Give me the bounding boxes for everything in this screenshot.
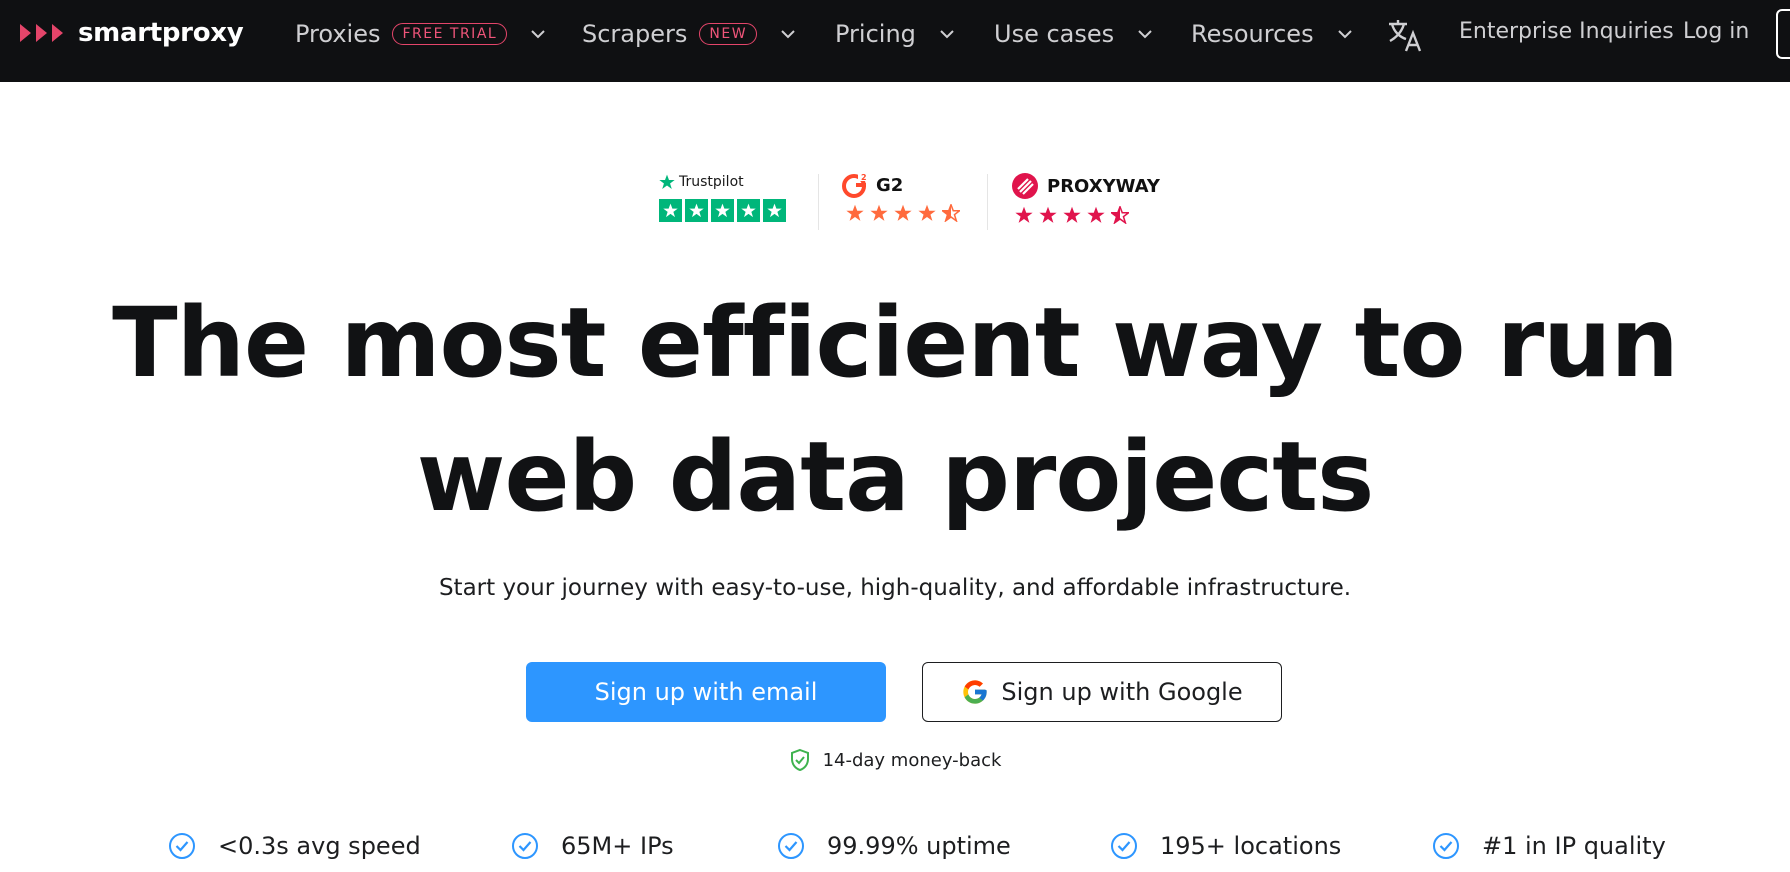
divider xyxy=(818,174,819,230)
proxyway-stars xyxy=(1015,206,1160,224)
star-icon xyxy=(1063,206,1081,223)
translate-icon[interactable] xyxy=(1386,16,1424,54)
chevron-down-icon xyxy=(1136,25,1154,43)
proxyway-logo-icon xyxy=(1012,173,1038,199)
g2-label: G2 xyxy=(876,174,904,196)
half-star-icon xyxy=(1111,206,1129,224)
login-link[interactable]: Log in xyxy=(1683,19,1749,44)
nav-item-label: Use cases xyxy=(994,20,1115,48)
star-icon xyxy=(1039,206,1057,223)
star-icon xyxy=(685,199,708,222)
smartproxy-logo[interactable]: smartproxy xyxy=(18,18,244,48)
money-back-note: 14-day money-back xyxy=(0,748,1790,772)
google-icon xyxy=(963,680,988,704)
nav-item-scrapers[interactable]: Scrapers NEW xyxy=(582,17,797,51)
star-icon xyxy=(737,199,760,222)
g2-rating[interactable]: 2 G2 xyxy=(842,172,960,222)
nav-item-label: Resources xyxy=(1191,20,1314,48)
sign-up-google-button[interactable]: Sign up with Google xyxy=(922,662,1282,722)
ratings-strip: Trustpilot 2 G2 PROXYWAY xyxy=(0,166,1790,242)
star-icon xyxy=(1087,206,1105,223)
star-icon xyxy=(763,199,786,222)
half-star-icon xyxy=(942,204,960,222)
g2-stars xyxy=(846,204,960,222)
sign-up-email-button[interactable]: Sign up with email xyxy=(526,662,886,722)
nav-item-label: Scrapers xyxy=(582,20,688,48)
features-row: <0.3s avg speed 65M+ IPs 99.99% uptime 1… xyxy=(0,832,1790,864)
feature-label: #1 in IP quality xyxy=(1482,832,1666,860)
svg-text:2: 2 xyxy=(861,173,867,182)
g2-logo-icon: 2 xyxy=(842,172,868,198)
shield-check-icon xyxy=(790,748,809,772)
nav-item-proxies[interactable]: Proxies FREE TRIAL xyxy=(295,17,547,51)
sign-up-google-label: Sign up with Google xyxy=(1001,678,1243,706)
feature-item: 195+ locations xyxy=(1110,832,1341,860)
trustpilot-label: Trustpilot xyxy=(679,174,744,190)
proxyway-rating[interactable]: PROXYWAY xyxy=(1011,172,1160,224)
hero-title-line-2: web data projects xyxy=(416,421,1374,533)
feature-label: 65M+ IPs xyxy=(561,832,674,860)
feature-item: 65M+ IPs xyxy=(511,832,674,860)
nav-item-pricing[interactable]: Pricing xyxy=(835,17,956,51)
star-icon xyxy=(659,199,682,222)
hero-title: The most efficient way to run web data p… xyxy=(0,276,1790,544)
nav-item-label: Pricing xyxy=(835,20,916,48)
star-icon xyxy=(1015,206,1033,223)
star-icon xyxy=(870,204,888,221)
hero-title-line-1: The most efficient way to run xyxy=(112,287,1679,399)
check-circle-icon xyxy=(512,833,538,859)
nav-item-resources[interactable]: Resources xyxy=(1191,17,1354,51)
new-badge: NEW xyxy=(699,23,758,45)
chevron-down-icon xyxy=(1336,25,1354,43)
check-circle-icon xyxy=(169,833,195,859)
feature-label: 195+ locations xyxy=(1160,832,1342,860)
enterprise-inquiries-link[interactable]: Enterprise Inquiries xyxy=(1459,19,1674,44)
chevron-down-icon xyxy=(779,25,797,43)
trustpilot-star-icon xyxy=(659,174,675,189)
nav-item-use-cases[interactable]: Use cases xyxy=(994,17,1154,51)
star-icon xyxy=(711,199,734,222)
free-trial-badge: FREE TRIAL xyxy=(392,23,508,45)
star-icon xyxy=(894,204,912,221)
feature-item: #1 in IP quality xyxy=(1432,832,1666,860)
feature-item: 99.99% uptime xyxy=(777,832,1011,860)
feature-label: 99.99% uptime xyxy=(827,832,1011,860)
money-back-label: 14-day money-back xyxy=(822,749,1002,771)
sign-up-email-label: Sign up with email xyxy=(594,678,818,706)
proxyway-label: PROXYWAY xyxy=(1047,175,1160,197)
check-circle-icon xyxy=(778,833,804,859)
chevron-down-icon xyxy=(938,25,956,43)
trustpilot-stars xyxy=(659,199,786,222)
check-circle-icon xyxy=(1433,833,1459,859)
top-navigation: smartproxy Proxies FREE TRIAL Scrapers N… xyxy=(0,0,1790,82)
trustpilot-rating[interactable]: Trustpilot xyxy=(659,174,786,222)
brand-name: smartproxy xyxy=(78,18,244,48)
nav-item-label: Proxies xyxy=(295,20,381,48)
feature-item: <0.3s avg speed xyxy=(168,832,421,860)
star-icon xyxy=(918,204,936,221)
feature-label: <0.3s avg speed xyxy=(218,832,421,860)
hero-subtitle: Start your journey with easy-to-use, hig… xyxy=(438,575,1352,601)
nav-cta-button[interactable] xyxy=(1776,9,1790,59)
divider xyxy=(987,174,988,230)
logo-mark-icon xyxy=(20,24,63,42)
star-icon xyxy=(846,204,864,221)
chevron-down-icon xyxy=(529,25,547,43)
check-circle-icon xyxy=(1111,833,1137,859)
